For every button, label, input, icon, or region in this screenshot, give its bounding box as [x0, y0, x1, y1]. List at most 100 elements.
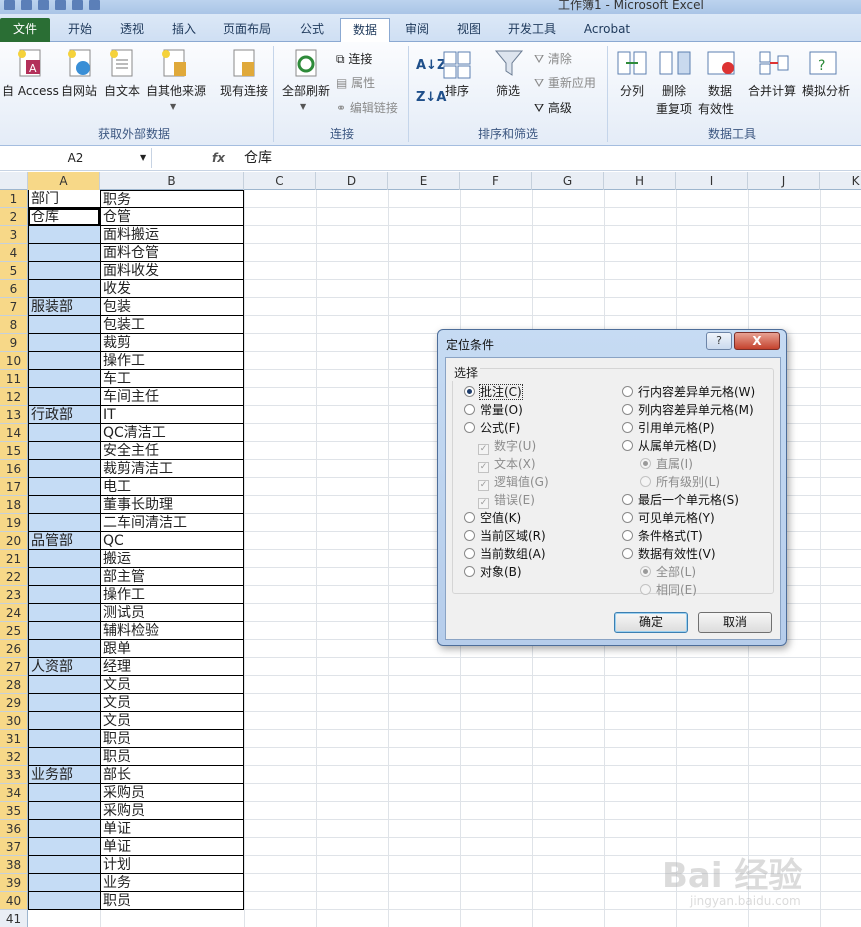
option-text[interactable]: ✓ 文本(X): [478, 456, 536, 473]
row-header[interactable]: 16: [0, 460, 28, 478]
cell-b[interactable]: 职务: [100, 190, 244, 208]
cell-b[interactable]: 面料仓管: [100, 244, 244, 262]
cell-b[interactable]: 文员: [100, 694, 244, 712]
cell-b[interactable]: 裁剪: [100, 334, 244, 352]
cell-a[interactable]: [28, 604, 100, 622]
row-header[interactable]: 19: [0, 514, 28, 532]
tab-data[interactable]: 数据: [340, 18, 390, 43]
tab-developer[interactable]: 开发工具: [500, 18, 564, 42]
advanced-button[interactable]: ⛛ 高级: [534, 99, 572, 116]
cell-b[interactable]: 搬运: [100, 550, 244, 568]
cell-b[interactable]: 包装工: [100, 316, 244, 334]
row-header[interactable]: 32: [0, 748, 28, 766]
option-dependents[interactable]: 从属单元格(D): [622, 438, 717, 454]
save-icon[interactable]: [21, 0, 32, 10]
option-conditional-formats[interactable]: 条件格式(T): [622, 528, 703, 544]
cell-a[interactable]: [28, 568, 100, 586]
cell-b[interactable]: 操作工: [100, 586, 244, 604]
tab-insert[interactable]: 插入: [160, 18, 208, 42]
cell-b[interactable]: QC清洁工: [100, 424, 244, 442]
row-header[interactable]: 22: [0, 568, 28, 586]
cell-b[interactable]: 计划: [100, 856, 244, 874]
cell-a[interactable]: [28, 334, 100, 352]
cell-b[interactable]: 仓管: [100, 208, 244, 226]
cell-a[interactable]: [28, 856, 100, 874]
row-header[interactable]: 24: [0, 604, 28, 622]
cell-a[interactable]: 服装部: [28, 298, 100, 316]
cell-a[interactable]: [28, 514, 100, 532]
row-header[interactable]: 14: [0, 424, 28, 442]
close-button[interactable]: X: [734, 332, 780, 350]
row-header[interactable]: 15: [0, 442, 28, 460]
row-header[interactable]: 31: [0, 730, 28, 748]
column-header-k[interactable]: K: [820, 172, 861, 190]
select-all-corner[interactable]: [0, 172, 28, 190]
column-header-f[interactable]: F: [460, 172, 532, 190]
cell-a[interactable]: [28, 244, 100, 262]
row-header[interactable]: 13: [0, 406, 28, 424]
option-blanks[interactable]: 空值(K): [464, 510, 521, 526]
print-preview-icon[interactable]: [55, 0, 66, 10]
row-header[interactable]: 1: [0, 190, 28, 208]
row-header[interactable]: 29: [0, 694, 28, 712]
cell-b[interactable]: 面料收发: [100, 262, 244, 280]
cell-a[interactable]: [28, 280, 100, 298]
row-header[interactable]: 30: [0, 712, 28, 730]
refresh-all-button[interactable]: 全部刷新: [282, 82, 330, 99]
cell-a[interactable]: [28, 226, 100, 244]
cell-a[interactable]: [28, 370, 100, 388]
what-if-analysis-button[interactable]: 模拟分析: [802, 82, 850, 99]
column-header-h[interactable]: H: [604, 172, 676, 190]
fx-icon[interactable]: fx: [212, 148, 225, 168]
column-header-j[interactable]: J: [748, 172, 820, 190]
option-last-cell[interactable]: 最后一个单元格(S): [622, 492, 739, 508]
cell-b[interactable]: 车间主任: [100, 388, 244, 406]
cell-b[interactable]: 包装: [100, 298, 244, 316]
option-errors[interactable]: ✓ 错误(E): [478, 492, 535, 509]
option-row-differences[interactable]: 行内容差异单元格(W): [622, 384, 755, 400]
cell-b[interactable]: 采购员: [100, 784, 244, 802]
help-button[interactable]: ?: [706, 332, 732, 350]
row-header[interactable]: 21: [0, 550, 28, 568]
cell-b[interactable]: 裁剪清洁工: [100, 460, 244, 478]
column-header-b[interactable]: B: [100, 172, 244, 190]
row-header[interactable]: 5: [0, 262, 28, 280]
cell-b[interactable]: 文员: [100, 712, 244, 730]
tab-pivot[interactable]: 透视: [108, 18, 156, 42]
option-current-array[interactable]: 当前数组(A): [464, 546, 546, 562]
cell-a[interactable]: [28, 478, 100, 496]
row-header[interactable]: 28: [0, 676, 28, 694]
cell-a[interactable]: [28, 892, 100, 910]
tab-home[interactable]: 开始: [56, 18, 104, 42]
row-header[interactable]: 35: [0, 802, 28, 820]
tab-formulas[interactable]: 公式: [288, 18, 336, 42]
row-header[interactable]: 8: [0, 316, 28, 334]
option-validation-same[interactable]: 相同(E): [640, 582, 697, 598]
connections-button[interactable]: ⧉ 连接: [336, 50, 372, 67]
option-constants[interactable]: 常量(O): [464, 402, 523, 418]
cell-b[interactable]: 辅料检验: [100, 622, 244, 640]
row-header[interactable]: 40: [0, 892, 28, 910]
filter-button[interactable]: 筛选: [496, 82, 520, 99]
cell-b[interactable]: 经理: [100, 658, 244, 676]
cell-b[interactable]: 二车间清洁工: [100, 514, 244, 532]
cell-b[interactable]: 跟单: [100, 640, 244, 658]
cell-b[interactable]: 面料搬运: [100, 226, 244, 244]
option-current-region[interactable]: 当前区域(R): [464, 528, 546, 544]
row-header[interactable]: 17: [0, 478, 28, 496]
cell-a[interactable]: [28, 262, 100, 280]
column-header-d[interactable]: D: [316, 172, 388, 190]
cell-a[interactable]: [28, 802, 100, 820]
remove-duplicates-button[interactable]: 删除: [662, 82, 686, 99]
cell-a[interactable]: [28, 460, 100, 478]
cell-a[interactable]: [28, 874, 100, 892]
text-to-columns-button[interactable]: 分列: [620, 82, 644, 99]
chevron-down-icon[interactable]: ▼: [140, 148, 146, 168]
cell-a[interactable]: [28, 784, 100, 802]
row-header[interactable]: 38: [0, 856, 28, 874]
row-header[interactable]: 39: [0, 874, 28, 892]
cancel-button[interactable]: 取消: [698, 612, 772, 633]
edit-links-button[interactable]: ⚭ 编辑链接: [336, 99, 398, 116]
cell-b[interactable]: 职员: [100, 892, 244, 910]
sort-za-icon[interactable]: Z↓A: [416, 90, 446, 105]
